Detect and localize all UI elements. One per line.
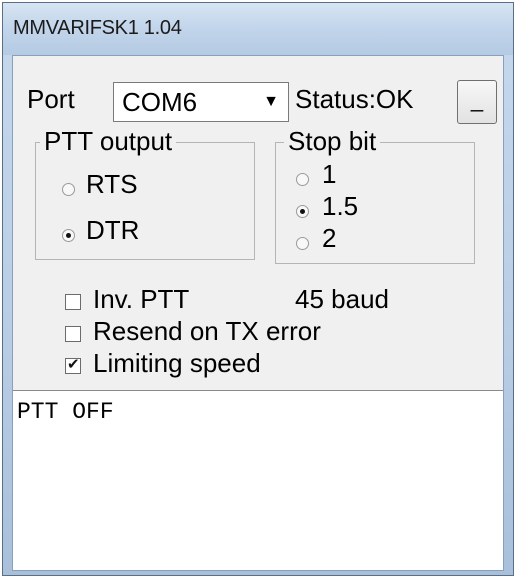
radio-stop-1-label[interactable]: 1 <box>322 159 336 190</box>
log-textarea[interactable]: PTT OFF <box>13 390 503 570</box>
inv-ptt-label[interactable]: Inv. PTT <box>93 284 189 315</box>
ptt-output-group: PTT output RTS DTR <box>35 126 255 260</box>
client-area: Port COM6 ▼ Status:OK _ PTT output RTS D… <box>12 55 504 571</box>
baud-text: 45 baud <box>295 284 389 314</box>
radio-rts[interactable] <box>62 183 75 196</box>
limiting-speed-label[interactable]: Limiting speed <box>93 348 261 379</box>
minimize-button[interactable]: _ <box>457 80 497 124</box>
radio-stop-1[interactable] <box>296 173 309 186</box>
port-select-value: COM6 <box>122 87 198 117</box>
window-title: MMVARIFSK1 1.04 <box>13 17 182 39</box>
log-line: PTT OFF <box>17 399 114 425</box>
radio-rts-label[interactable]: RTS <box>86 169 138 200</box>
ptt-output-title: PTT output <box>40 126 177 157</box>
resend-label[interactable]: Resend on TX error <box>93 316 321 347</box>
port-select[interactable]: COM6 ▼ <box>113 82 289 122</box>
status-text: Status:OK <box>295 84 414 114</box>
app-window: MMVARIFSK1 1.04 Port COM6 ▼ Status:OK _ … <box>2 2 514 576</box>
radio-dtr[interactable] <box>62 229 75 242</box>
stop-bit-group: Stop bit 1 1.5 2 <box>275 126 475 264</box>
radio-stop-2-label[interactable]: 2 <box>322 223 336 254</box>
radio-stop-1-5[interactable] <box>296 205 309 218</box>
radio-dtr-label[interactable]: DTR <box>86 215 139 246</box>
chevron-down-icon[interactable]: ▼ <box>254 83 288 121</box>
title-bar[interactable]: MMVARIFSK1 1.04 <box>3 3 513 55</box>
limiting-speed-checkbox[interactable] <box>65 355 81 374</box>
inv-ptt-checkbox[interactable] <box>65 294 81 310</box>
radio-stop-2[interactable] <box>296 237 309 250</box>
radio-stop-1-5-label[interactable]: 1.5 <box>322 191 358 222</box>
stop-bit-title: Stop bit <box>284 126 381 157</box>
port-label: Port <box>27 84 75 114</box>
resend-checkbox[interactable] <box>65 326 81 342</box>
